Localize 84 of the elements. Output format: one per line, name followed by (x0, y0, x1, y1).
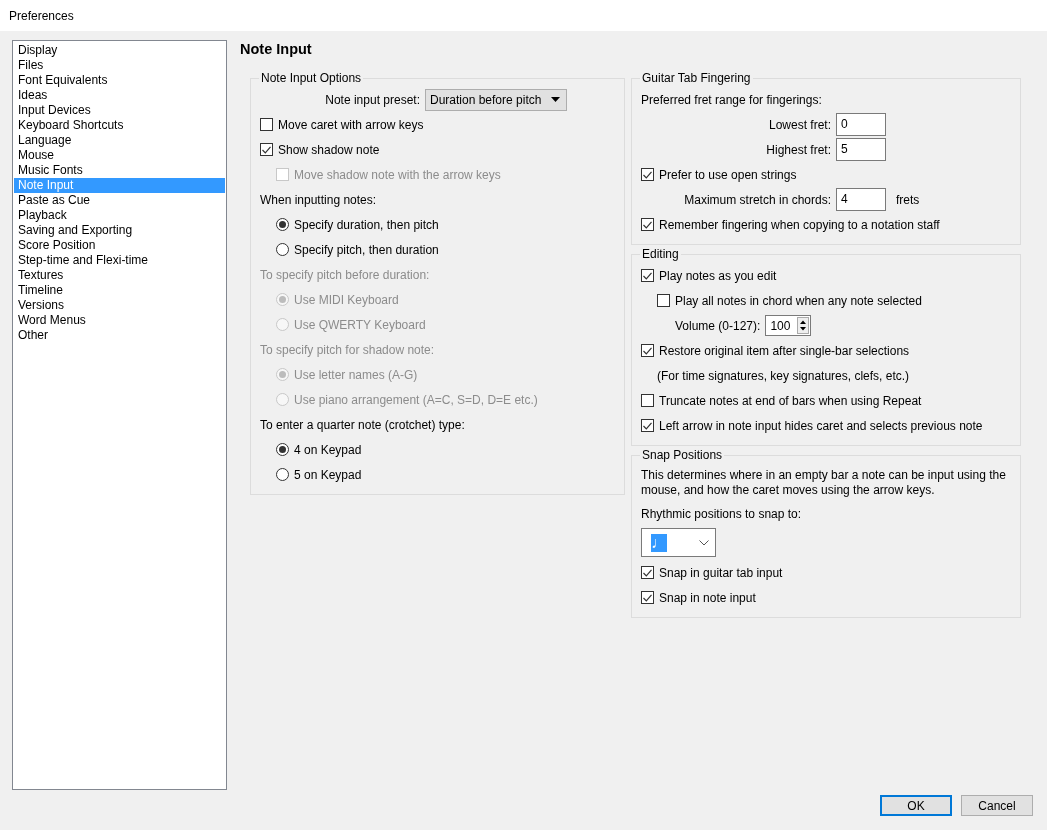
checkbox-label: Play all notes in chord when any note selected (675, 293, 922, 308)
checkbox-label: Move shadow note with the arrow keys (294, 167, 501, 182)
checkbox[interactable] (641, 269, 654, 282)
checkbox-label: Move caret with arrow keys (278, 117, 424, 132)
page-title: Note Input (240, 41, 313, 57)
volume-spinbox[interactable]: 100 (765, 315, 812, 336)
section-label: Preferred fret range for fingerings: (641, 92, 822, 107)
radio-button[interactable] (276, 218, 289, 231)
checkbox-label: Restore original item after single-bar selections (659, 343, 910, 358)
checkbox-label: Snap in note input (659, 590, 756, 605)
category-item[interactable]: Textures (14, 268, 225, 283)
field-label: Highest fret: (765, 142, 831, 157)
radio-button[interactable] (276, 443, 289, 456)
checkbox[interactable] (641, 344, 654, 357)
checkbox[interactable] (641, 394, 654, 407)
checkbox-label: Left arrow in note input hides caret and selects previous note (659, 418, 983, 433)
checkbox-label: Show shadow note (278, 142, 380, 157)
checkbox[interactable] (641, 218, 654, 231)
category-item[interactable]: Other (14, 328, 225, 343)
number-field[interactable]: 0 (836, 113, 886, 136)
checkbox[interactable] (260, 143, 273, 156)
checkbox-label: Truncate notes at end of bars when using Repeat (659, 393, 922, 408)
checkbox-label: Prefer to use open strings (659, 167, 797, 182)
category-item[interactable]: Word Menus (14, 313, 225, 328)
field-label: Note input preset: (324, 92, 420, 107)
radio-label: Use QWERTY Keyboard (294, 317, 426, 332)
radio-label: 5 on Keypad (294, 467, 362, 482)
radio-label: Use letter names (A-G) (294, 367, 418, 382)
description-text: This determines where in an empty bar a note can be input using the mouse, and how the caret moves using the arrow keys. (641, 467, 1007, 499)
dropdown-arrow-icon (551, 97, 561, 102)
category-item[interactable]: Paste as Cue (14, 193, 225, 208)
field-label: Lowest fret: (767, 117, 831, 132)
category-item[interactable]: Language (14, 133, 225, 148)
category-item[interactable]: Input Devices (14, 103, 225, 118)
radio-label: Specify duration, then pitch (294, 217, 439, 232)
preset-dropdown[interactable]: Duration before pitch (425, 88, 568, 111)
spin-arrows-icon[interactable] (797, 317, 810, 334)
section-label: To specify pitch for shadow note: (260, 342, 435, 357)
group-title: Snap Positions (641, 448, 724, 462)
section-label: To specify pitch before duration: (260, 267, 430, 282)
radio-label: 4 on Keypad (294, 442, 362, 457)
category-item[interactable]: Mouse (14, 148, 225, 163)
radio-button[interactable] (276, 243, 289, 256)
dialog-button[interactable]: Cancel (961, 795, 1033, 816)
section-label: To enter a quarter note (crotchet) type: (260, 417, 465, 432)
radio-button[interactable] (276, 468, 289, 481)
number-field[interactable]: 5 (836, 138, 886, 161)
dialog-button[interactable]: OK (880, 795, 952, 816)
checkbox[interactable] (641, 591, 654, 604)
checkbox[interactable] (657, 294, 670, 307)
group-title: Editing (641, 247, 680, 261)
category-item[interactable]: Timeline (14, 283, 225, 298)
category-item[interactable]: Font Equivalents (14, 73, 225, 88)
section-label: When inputting notes: (260, 192, 377, 207)
number-field[interactable]: 4 (836, 188, 886, 211)
field-label: Volume (0-127): (675, 318, 761, 333)
category-item[interactable]: Files (14, 58, 225, 73)
category-item[interactable]: Score Position (14, 238, 225, 253)
section-label: (For time signatures, key signatures, clefs, etc.) (657, 368, 910, 383)
radio-label: Use MIDI Keyboard (294, 292, 399, 307)
radio-label: Specify pitch, then duration (294, 242, 439, 257)
checkbox[interactable] (260, 118, 273, 131)
group-title: Note Input Options (260, 71, 363, 85)
unit-label: frets (896, 192, 920, 207)
category-item[interactable]: Keyboard Shortcuts (14, 118, 225, 133)
group-title: Guitar Tab Fingering (641, 71, 752, 85)
category-item[interactable]: Saving and Exporting (14, 223, 225, 238)
checkbox-label: Play notes as you edit (659, 268, 777, 283)
checkbox-label: Remember fingering when copying to a notation staff (659, 217, 940, 232)
radio-label: Use piano arrangement (A=C, S=D, D=E etc.) (294, 392, 538, 407)
category-item[interactable]: Display (14, 43, 225, 58)
checkbox-label: Snap in guitar tab input (659, 565, 783, 580)
checkbox[interactable] (641, 566, 654, 579)
category-item[interactable]: Music Fonts (14, 163, 225, 178)
field-label: Maximum stretch in chords: (683, 192, 831, 207)
category-item[interactable]: Playback (14, 208, 225, 223)
chevron-down-icon (699, 539, 709, 546)
category-item[interactable]: Ideas (14, 88, 225, 103)
section-label: Rhythmic positions to snap to: (641, 506, 802, 521)
category-item[interactable]: Step-time and Flexi-time (14, 253, 225, 268)
window-title: Preferences (9, 8, 74, 23)
checkbox[interactable] (641, 168, 654, 181)
category-item[interactable]: Versions (14, 298, 225, 313)
checkbox[interactable] (641, 419, 654, 432)
